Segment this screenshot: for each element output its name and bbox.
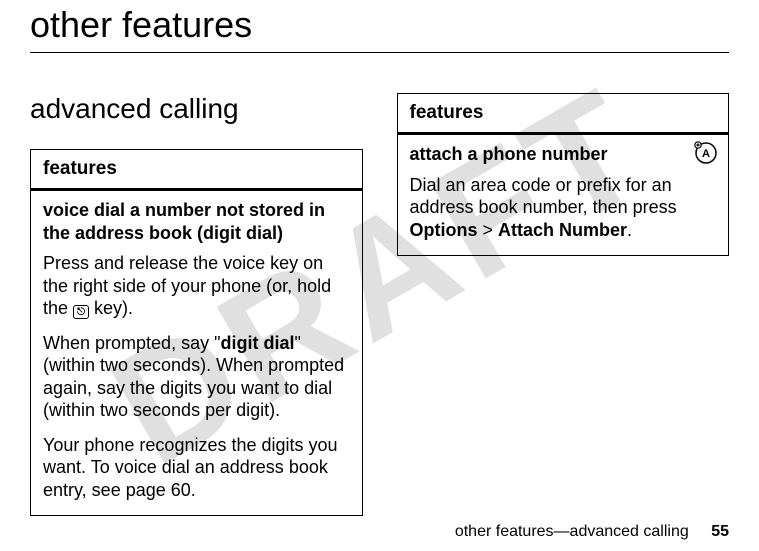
ui-label: Attach Number — [498, 220, 627, 240]
send-key-icon: ⎋ — [73, 305, 89, 319]
accessibility-badge-icon: A — [694, 141, 718, 165]
features-box-right: features A attach a phone number Dial an… — [397, 93, 730, 256]
paragraph: Your phone recognizes the digits you wan… — [43, 434, 350, 502]
right-column: features A attach a phone number Dial an… — [397, 93, 730, 256]
text: > — [478, 220, 499, 240]
text: When prompted, say " — [43, 333, 220, 353]
left-column: advanced calling features voice dial a n… — [30, 93, 363, 516]
text: Dial an area code or prefix for an addre… — [410, 175, 677, 218]
feature-title: attach a phone number — [410, 143, 685, 166]
page-number: 55 — [711, 523, 729, 540]
box-body: A attach a phone number Dial an area cod… — [398, 135, 729, 255]
paragraph: Press and release the voice key on the r… — [43, 252, 350, 320]
box-body: voice dial a number not stored in the ad… — [31, 191, 362, 515]
box-header: features — [31, 150, 362, 191]
svg-text:A: A — [702, 148, 710, 160]
page-content: other features advanced calling features… — [0, 0, 759, 516]
feature-title: voice dial a number not stored in the ad… — [43, 199, 350, 244]
page-footer: other features—advanced calling 55 — [455, 523, 729, 541]
ui-label: Options — [410, 220, 478, 240]
text: . — [627, 220, 632, 240]
paragraph: When prompted, say "digit dial" (within … — [43, 332, 350, 422]
text: key). — [89, 298, 133, 318]
footer-breadcrumb: other features—advanced calling — [455, 523, 689, 540]
two-column-layout: advanced calling features voice dial a n… — [30, 93, 729, 516]
paragraph: Dial an area code or prefix for an addre… — [410, 174, 685, 242]
section-heading: advanced calling — [30, 93, 363, 125]
box-header: features — [398, 94, 729, 135]
chapter-heading: other features — [30, 0, 729, 53]
bold-text: digit dial — [220, 333, 294, 353]
features-box-left: features voice dial a number not stored … — [30, 149, 363, 516]
